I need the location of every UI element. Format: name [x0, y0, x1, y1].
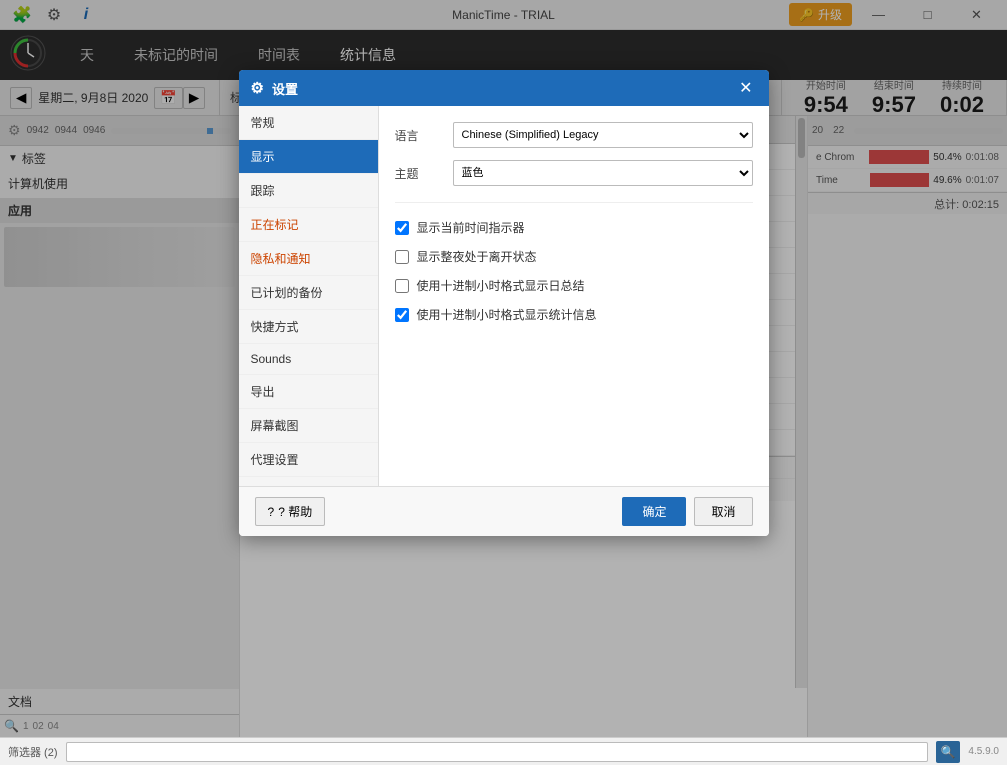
- language-setting-row: 语言 Chinese (Simplified) Legacy: [395, 122, 753, 148]
- filter-label: 筛选器 (2): [8, 744, 58, 760]
- settings-dialog: ⚙ 设置 ✕ 常规 显示 跟踪 正在标记 隐私和通知 已计划的备份 快捷方式 S…: [239, 70, 769, 536]
- settings-nav-shortcuts[interactable]: 快捷方式: [239, 310, 378, 344]
- dialog-body: 常规 显示 跟踪 正在标记 隐私和通知 已计划的备份 快捷方式 Sounds 导…: [239, 106, 769, 486]
- help-button[interactable]: ? ? 帮助: [255, 497, 326, 526]
- version-label: 4.5.9.0: [968, 746, 999, 757]
- language-select[interactable]: Chinese (Simplified) Legacy: [453, 122, 753, 148]
- checkbox-decimal-stats[interactable]: [395, 308, 409, 322]
- settings-content: 语言 Chinese (Simplified) Legacy 主题 蓝色: [379, 106, 769, 486]
- dialog-close-button[interactable]: ✕: [735, 78, 756, 98]
- settings-nav: 常规 显示 跟踪 正在标记 隐私和通知 已计划的备份 快捷方式 Sounds 导…: [239, 106, 379, 486]
- settings-nav-sounds[interactable]: Sounds: [239, 344, 378, 375]
- ok-button[interactable]: 确定: [622, 497, 686, 526]
- dialog-action-buttons: 确定 取消: [622, 497, 752, 526]
- settings-nav-screenshots[interactable]: 屏幕截图: [239, 409, 378, 443]
- checkbox-overnight[interactable]: [395, 250, 409, 264]
- settings-nav-general[interactable]: 常规: [239, 106, 378, 140]
- settings-nav-privacy[interactable]: 隐私和通知: [239, 242, 378, 276]
- settings-nav-export[interactable]: 导出: [239, 375, 378, 409]
- bottombar: 筛选器 (2) 🔍 4.5.9.0: [0, 737, 1007, 765]
- checkbox-row-3: 使用十进制小时格式显示日总结: [395, 277, 753, 294]
- language-label: 语言: [395, 127, 445, 144]
- checkbox-current-time[interactable]: [395, 221, 409, 235]
- settings-nav-backup[interactable]: 已计划的备份: [239, 276, 378, 310]
- modal-overlay: ⚙ 设置 ✕ 常规 显示 跟踪 正在标记 隐私和通知 已计划的备份 快捷方式 S…: [0, 0, 1007, 737]
- dialog-title: 设置: [272, 79, 298, 98]
- settings-nav-proxy[interactable]: 代理设置: [239, 443, 378, 477]
- question-icon: ?: [268, 505, 275, 519]
- theme-label: 主题: [395, 165, 445, 182]
- theme-select[interactable]: 蓝色: [453, 160, 753, 186]
- settings-nav-tagging[interactable]: 正在标记: [239, 208, 378, 242]
- checkbox-row-1: 显示当前时间指示器: [395, 219, 753, 236]
- checkbox-row-2: 显示整夜处于离开状态: [395, 248, 753, 265]
- filter-search-button[interactable]: 🔍: [936, 741, 960, 763]
- filter-input[interactable]: [66, 742, 929, 762]
- settings-nav-display[interactable]: 显示: [239, 140, 378, 174]
- theme-setting-row: 主题 蓝色: [395, 160, 753, 186]
- settings-icon: ⚙: [251, 79, 264, 97]
- dialog-footer: ? ? 帮助 确定 取消: [239, 486, 769, 536]
- dialog-titlebar: ⚙ 设置 ✕: [239, 70, 769, 106]
- cancel-button[interactable]: 取消: [694, 497, 752, 526]
- settings-nav-tracking[interactable]: 跟踪: [239, 174, 378, 208]
- checkbox-row-4: 使用十进制小时格式显示统计信息: [395, 306, 753, 323]
- checkbox-decimal-day[interactable]: [395, 279, 409, 293]
